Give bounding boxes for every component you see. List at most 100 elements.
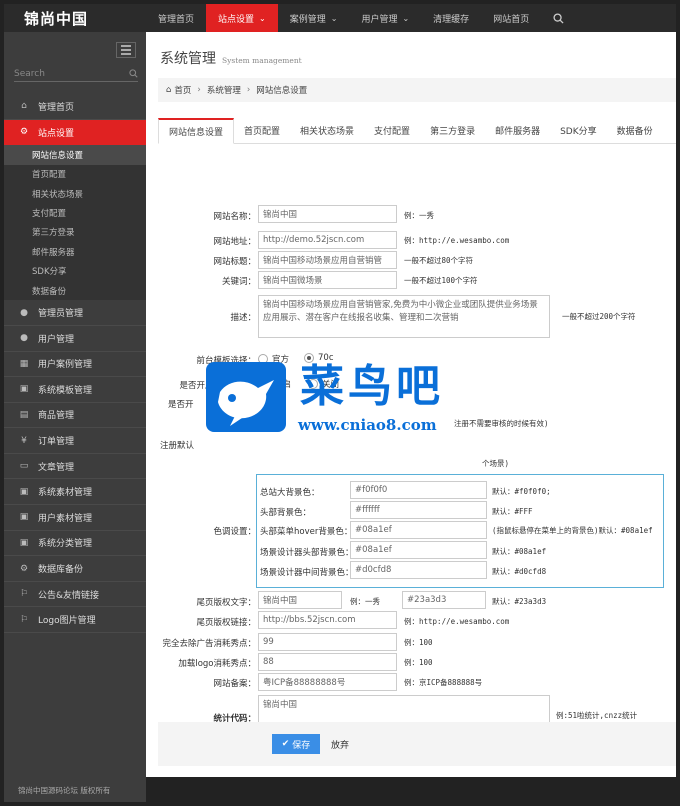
- description-hint: 一般不超过200个字符: [562, 312, 636, 321]
- bookmark-icon: ⚐: [19, 589, 29, 600]
- color-input-designer-header[interactable]: #08a1ef: [350, 541, 487, 559]
- sidebar-item-db-backup[interactable]: ⚙ 数据库备份: [4, 556, 146, 582]
- gears-icon: ⚙: [19, 127, 29, 138]
- save-button[interactable]: ✔ 保存: [272, 734, 320, 754]
- footer-text-label: 尾页版权文字：: [196, 598, 256, 608]
- sidebar-item-home[interactable]: ⌂ 管理首页: [4, 94, 146, 120]
- tab-scenes[interactable]: 相关状态场景: [290, 118, 364, 143]
- footer-link-input[interactable]: http://bbs.52jscn.com: [258, 611, 397, 629]
- sidebar-item-user-material[interactable]: ▣ 用户素材管理: [4, 505, 146, 531]
- color-input-header[interactable]: #ffffff: [350, 501, 487, 519]
- topnav-site-home[interactable]: 网站首页: [481, 4, 541, 32]
- chevron-right-icon: ›: [197, 85, 201, 95]
- stats-hint: 例:51啦统计,cnzz统计: [556, 711, 638, 720]
- sidebar-item-sys-material[interactable]: ▣ 系统素材管理: [4, 479, 146, 506]
- search-icon[interactable]: [541, 4, 575, 32]
- color-input-designer-middle[interactable]: #d0cfd8: [350, 561, 487, 579]
- topnav-site-settings[interactable]: 站点设置 ⌄: [206, 4, 278, 32]
- topnav-clear-cache[interactable]: 清理缓存: [421, 4, 481, 32]
- color-hint-hover: (指鼠标悬停在菜单上的背景色)默认：#08a1ef: [492, 526, 653, 535]
- color-label-designer-header: 场景设计器头部背景色：: [260, 548, 354, 558]
- keywords-input[interactable]: 锦尚中国微场景: [258, 271, 397, 289]
- sidebar-item-articles[interactable]: ▭ 文章管理: [4, 454, 146, 480]
- subitem-mail[interactable]: 邮件服务器: [4, 242, 146, 261]
- color-hint-designer-middle: 默认：#d0cfd8: [492, 567, 547, 576]
- breadcrumb-current: 网站信息设置: [256, 86, 308, 96]
- sidebar-item-notices[interactable]: ⚐ 公告&友情链接: [4, 582, 146, 608]
- subitem-third-login[interactable]: 第三方登录: [4, 223, 146, 242]
- color-input-bg[interactable]: #f0f0f0: [350, 481, 487, 499]
- tab-home-config[interactable]: 首页配置: [234, 118, 290, 143]
- sidebar-item-site-settings[interactable]: ⚙ 站点设置: [4, 119, 146, 146]
- default-label: 注册默认: [160, 441, 195, 451]
- settings-tabs: 网站信息设置 首页配置 相关状态场景 支付配置 第三方登录 邮件服务器 SDK分…: [158, 118, 676, 144]
- subitem-payment[interactable]: 支付配置: [4, 203, 146, 222]
- user-icon: ●: [20, 333, 28, 344]
- icp-hint: 例：京ICP备888888号: [404, 678, 483, 687]
- tab-backup[interactable]: 数据备份: [607, 118, 663, 143]
- site-name-label: 网站名称：: [213, 212, 256, 222]
- footer-link-hint: 例：http://e.wesambo.com: [404, 617, 510, 626]
- sidebar-item-categories[interactable]: ▣ 系统分类管理: [4, 531, 146, 557]
- subitem-backup[interactable]: 数据备份: [4, 281, 146, 300]
- check-icon: ✔: [281, 739, 290, 749]
- sidebar-item-orders[interactable]: ¥ 订单管理: [4, 428, 146, 454]
- sidebar-item-users[interactable]: ● 用户管理: [4, 326, 146, 352]
- footer-color-hint: 默认：#23a3d3: [492, 597, 547, 606]
- description-textarea[interactable]: 锦尚中国移动场景应用自营销管家,免费为中小微企业或团队提供业务场景应用展示、潜在…: [258, 295, 550, 338]
- logo-points-hint: 例：100: [404, 658, 433, 667]
- footer-text-input[interactable]: 锦尚中国: [258, 591, 342, 609]
- ad-points-label: 完全去除广告消耗秀点：: [162, 639, 256, 649]
- sidebar-footer: 锦尚中国源码论坛 版权所有: [18, 786, 111, 795]
- site-title-input[interactable]: 锦尚中国移动场景应用自营销管: [258, 251, 397, 269]
- sidebar-item-templates[interactable]: ▣ 系统模板管理: [4, 377, 146, 403]
- subitem-site-info[interactable]: 网站信息设置: [4, 145, 146, 165]
- briefcase-icon: ▣: [19, 384, 29, 395]
- sidebar-item-admins[interactable]: ● 管理员管理: [4, 300, 146, 326]
- sidebar-item-goods[interactable]: ▤ 商品管理: [4, 403, 146, 429]
- watermark: 菜鸟吧 www.cniao8.com: [206, 362, 486, 442]
- yen-icon: ¥: [21, 435, 27, 446]
- topnav-users[interactable]: 用户管理 ⌄: [349, 4, 421, 32]
- icp-input[interactable]: 粤ICP备88888888号: [258, 673, 397, 691]
- tab-mail[interactable]: 邮件服务器: [485, 118, 550, 143]
- keywords-label: 关键词：: [221, 277, 256, 287]
- color-label-bg: 总站大背景色：: [260, 488, 320, 498]
- user-icon: ●: [20, 307, 28, 318]
- color-label-designer-middle: 场景设计器中间背景色：: [260, 568, 354, 578]
- ad-points-input[interactable]: 99: [258, 633, 397, 651]
- sidebar-item-logo[interactable]: ⚐ Logo图片管理: [4, 607, 146, 634]
- logo-points-input[interactable]: 88: [258, 653, 397, 671]
- description-label: 描述：: [230, 313, 256, 323]
- color-hint-header: 默认：#FFF: [492, 507, 533, 516]
- site-url-input[interactable]: http://demo.52jscn.com: [258, 231, 397, 249]
- topnav-home[interactable]: 管理首页: [146, 4, 206, 32]
- site-name-input[interactable]: 锦尚中国: [258, 205, 397, 223]
- form-actions-bar: [158, 722, 676, 766]
- cancel-button[interactable]: 放弃: [331, 734, 349, 754]
- tab-payment[interactable]: 支付配置: [364, 118, 420, 143]
- footer-link-label: 尾页版权链接：: [196, 618, 256, 628]
- breadcrumb-home[interactable]: 首页: [174, 84, 191, 96]
- subitem-sdk[interactable]: SDK分享: [4, 262, 146, 281]
- bookmark-icon: ⚐: [19, 614, 29, 625]
- sidebar-search-input[interactable]: Search: [14, 66, 138, 82]
- tab-site-info[interactable]: 网站信息设置: [158, 118, 235, 144]
- icp-label: 网站备案：: [213, 679, 256, 689]
- review-label: 是否开: [168, 400, 194, 410]
- subitem-home-config[interactable]: 首页配置: [4, 165, 146, 184]
- menu-toggle-icon[interactable]: [116, 42, 136, 58]
- topnav-cases[interactable]: 案例管理 ⌄: [278, 4, 350, 32]
- briefcase-icon: ▣: [19, 512, 29, 523]
- breadcrumb-system[interactable]: 系统管理: [207, 84, 241, 96]
- sidebar-menu: ⌂ 管理首页 ⚙ 站点设置 网站信息设置 首页配置 相关状态场景 支付配置 第三方登…: [4, 94, 146, 634]
- footer-color-input[interactable]: #23a3d3: [402, 591, 486, 609]
- tab-third-login[interactable]: 第三方登录: [420, 118, 485, 143]
- color-input-hover[interactable]: #08a1ef: [350, 521, 487, 539]
- subitem-scenes[interactable]: 相关状态场景: [4, 184, 146, 203]
- logo: 锦尚中国: [24, 9, 89, 28]
- tab-sdk[interactable]: SDK分享: [550, 118, 607, 143]
- site-title-label: 网站标题：: [213, 257, 256, 267]
- home-icon: ⌂: [21, 101, 27, 112]
- sidebar-item-user-cases[interactable]: ▦ 用户案例管理: [4, 352, 146, 378]
